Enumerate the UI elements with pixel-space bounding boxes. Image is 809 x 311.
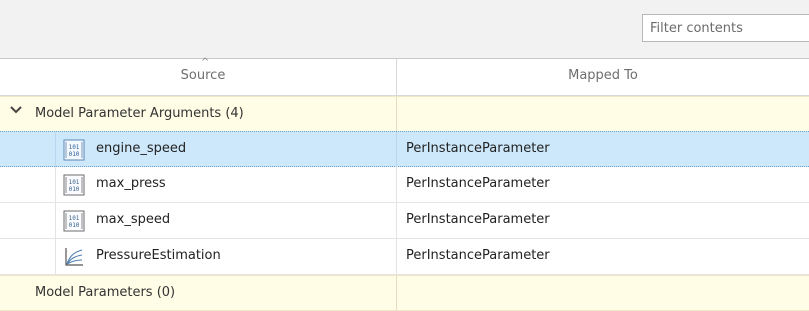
parameter-binary-icon: 101 010 [63,139,85,161]
svg-text:101: 101 [69,144,80,151]
group-row-model-parameters[interactable]: Model Parameters (0) [0,275,809,311]
svg-text:010: 010 [69,151,80,158]
svg-text:101: 101 [69,179,80,186]
mapped-to-cell[interactable]: PerInstanceParameter [396,167,809,202]
table-row[interactable]: 101 010 engine_speed PerInstanceParamete… [0,131,809,167]
chevron-down-icon[interactable] [8,102,24,118]
table-row[interactable]: 101 010 max_speed PerInstanceParameter [0,203,809,239]
parameter-name: PressureEstimation [96,248,221,263]
parameter-binary-icon: 101 010 [63,210,85,232]
column-divider [396,276,397,310]
parameter-name: max_speed [96,212,171,227]
group-row-model-parameter-arguments[interactable]: Model Parameter Arguments (4) [0,96,809,132]
source-header-label: Source [180,68,226,83]
mapped-to-column-header[interactable]: Mapped To [396,59,809,95]
svg-text:101: 101 [69,215,80,222]
group-label: Model Parameter Arguments (4) [35,106,244,121]
mapped-value: PerInstanceParameter [406,176,550,191]
mapped-to-cell[interactable]: PerInstanceParameter [396,239,809,274]
parameter-name: engine_speed [96,141,187,156]
mapped-value: PerInstanceParameter [406,212,550,227]
mapped-value: PerInstanceParameter [406,248,550,263]
source-cell[interactable]: PressureEstimation [55,239,397,274]
mapped-to-cell[interactable]: PerInstanceParameter [396,132,809,167]
filter-contents-input[interactable]: Filter contents [642,14,809,42]
mapped-to-cell[interactable]: PerInstanceParameter [396,203,809,238]
svg-text:010: 010 [69,222,80,229]
table-row[interactable]: 101 010 max_press PerInstanceParameter [0,167,809,203]
lookup-table-icon [65,248,83,266]
column-divider [396,97,397,131]
column-header-row: ^ Source Mapped To [0,57,809,96]
table-row[interactable]: PressureEstimation PerInstanceParameter [0,239,809,275]
source-cell[interactable]: 101 010 max_press [55,167,397,202]
source-cell[interactable]: 101 010 engine_speed [55,132,397,167]
parameter-name: max_press [96,176,166,191]
source-column-header[interactable]: ^ Source [10,57,396,95]
source-cell[interactable]: 101 010 max_speed [55,203,397,238]
mapped-to-header-label: Mapped To [568,68,638,83]
parameter-binary-icon: 101 010 [63,174,85,196]
mapped-value: PerInstanceParameter [406,141,550,156]
svg-text:010: 010 [69,186,80,193]
group-label: Model Parameters (0) [35,285,176,300]
sort-ascending-icon: ^ [201,57,210,68]
toolbar: Filter contents [0,0,809,59]
